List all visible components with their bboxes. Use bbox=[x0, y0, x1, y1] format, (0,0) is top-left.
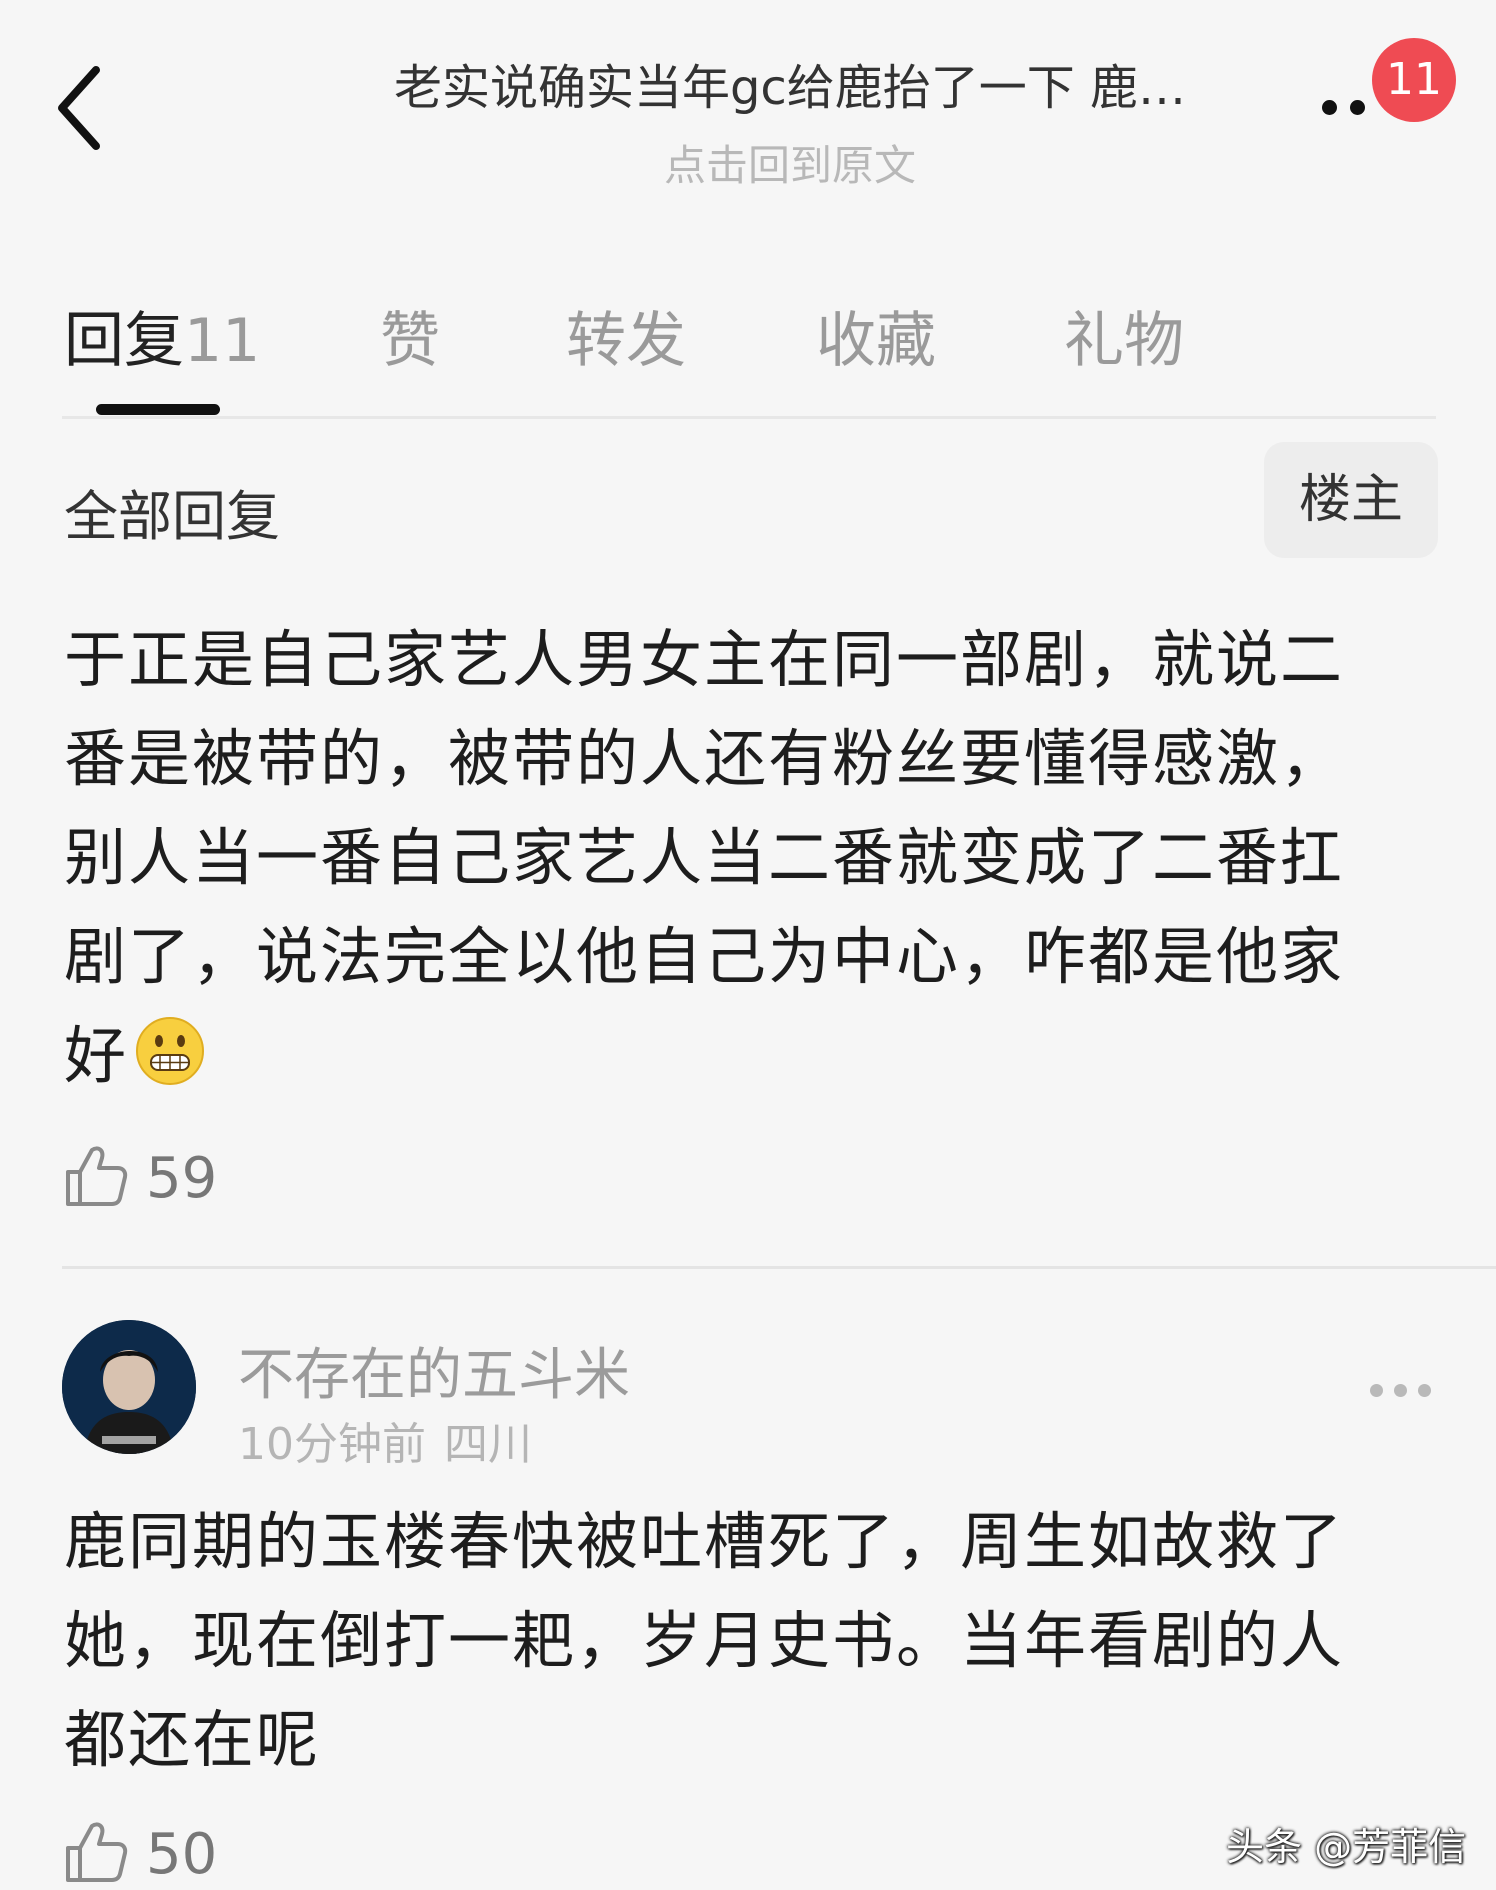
back-button[interactable] bbox=[52, 58, 112, 158]
owner-filter-button[interactable]: 楼主 bbox=[1264, 442, 1438, 558]
top-bar: 老实说确实当年gc给鹿抬了一下 鹿… 点击回到原文 11 bbox=[0, 0, 1496, 200]
thumbs-up-icon bbox=[66, 1146, 128, 1206]
title-block[interactable]: 老实说确实当年gc给鹿抬了一下 鹿… 点击回到原文 bbox=[300, 48, 1280, 193]
comment-text: 于正是自己家艺人男女主在同一部剧，就说二番是被带的，被带的人还有粉丝要懂得感激，… bbox=[64, 623, 1345, 1092]
comment-body: 鹿同期的玉楼春快被吐槽死了，周生如故救了她，现在倒打一耙，岁月史书。当年看剧的人… bbox=[64, 1492, 1404, 1789]
thumbs-up-icon bbox=[66, 1822, 128, 1882]
tabs-divider bbox=[62, 416, 1436, 419]
like-count: 50 bbox=[146, 1822, 218, 1887]
grimacing-face-icon bbox=[134, 1015, 206, 1087]
comment-meta: 10分钟前 四川 bbox=[238, 1408, 532, 1472]
tab-likes[interactable]: 赞 bbox=[380, 292, 440, 379]
comment-time: 10分钟前 bbox=[238, 1419, 426, 1470]
tab-bar: 回复11 赞 转发 收藏 礼物 bbox=[0, 280, 1496, 420]
tab-gifts[interactable]: 礼物 bbox=[1064, 292, 1184, 379]
chevron-left-icon bbox=[58, 66, 100, 150]
more-button[interactable] bbox=[1318, 86, 1378, 126]
comment-location: 四川 bbox=[444, 1419, 532, 1470]
tab-label: 礼物 bbox=[1064, 306, 1184, 376]
active-tab-indicator bbox=[96, 404, 220, 415]
comment-divider bbox=[62, 1266, 1496, 1269]
like-count: 59 bbox=[146, 1146, 218, 1211]
comment-more-button[interactable] bbox=[1370, 1380, 1432, 1400]
all-replies-label: 全部回复 bbox=[64, 485, 280, 548]
tab-replies[interactable]: 回复11 bbox=[64, 292, 260, 379]
tab-count: 11 bbox=[184, 306, 261, 376]
notification-badge[interactable]: 11 bbox=[1372, 38, 1456, 122]
watermark: 头条 @芳菲信 bbox=[1226, 1825, 1467, 1869]
back-to-original-link[interactable]: 点击回到原文 bbox=[300, 132, 1280, 193]
username[interactable]: 不存在的五斗米 bbox=[238, 1330, 630, 1411]
tab-reposts[interactable]: 转发 bbox=[566, 292, 686, 379]
comment-body: 于正是自己家艺人男女主在同一部剧，就说二番是被带的，被带的人还有粉丝要懂得感激，… bbox=[64, 610, 1404, 1105]
tab-label: 赞 bbox=[380, 306, 440, 376]
tab-favorites[interactable]: 收藏 bbox=[816, 292, 936, 379]
tab-label: 转发 bbox=[566, 306, 686, 376]
comment-text: 鹿同期的玉楼春快被吐槽死了，周生如故救了她，现在倒打一耙，岁月史书。当年看剧的人… bbox=[64, 1505, 1345, 1776]
tab-label: 回复 bbox=[64, 306, 184, 376]
avatar[interactable] bbox=[62, 1320, 196, 1454]
post-title: 老实说确实当年gc给鹿抬了一下 鹿… bbox=[393, 60, 1187, 116]
tab-label: 收藏 bbox=[816, 306, 936, 376]
